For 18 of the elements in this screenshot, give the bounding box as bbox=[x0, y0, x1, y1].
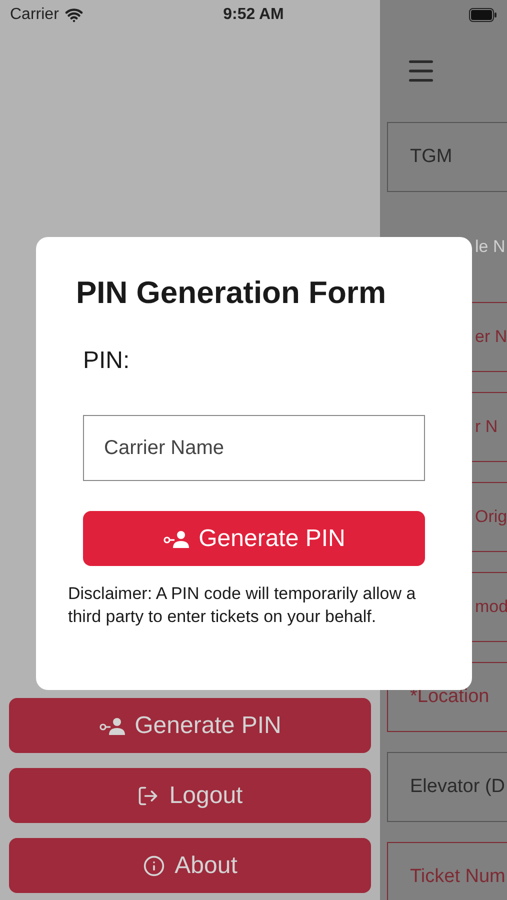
info-icon bbox=[142, 854, 165, 876]
form-field[interactable]: TGM bbox=[387, 122, 507, 192]
key-person-icon bbox=[162, 530, 189, 548]
carrier-name: Carrier bbox=[10, 6, 59, 24]
modal-title: PIN Generation Form bbox=[76, 274, 388, 312]
battery-icon bbox=[469, 8, 497, 22]
carrier-name-input[interactable]: Carrier Name bbox=[83, 415, 425, 481]
drawer-button[interactable]: About bbox=[9, 838, 371, 893]
drawer-button[interactable]: Generate PIN bbox=[9, 698, 371, 753]
status-time: 9:52 AM bbox=[222, 6, 285, 24]
drawer-button[interactable]: Logout bbox=[9, 768, 371, 823]
generate-pin-button[interactable]: Generate PIN bbox=[83, 511, 425, 566]
disclaimer-text: Disclaimer: A PIN code will temporarily allow a third party to enter tickets on your behalf. bbox=[68, 583, 417, 628]
key-person-icon bbox=[98, 716, 125, 734]
form-field[interactable]: Elevator (D bbox=[387, 752, 507, 822]
pin-label: PIN: bbox=[83, 347, 131, 375]
wifi-icon bbox=[64, 6, 83, 24]
logout-icon bbox=[137, 784, 160, 806]
